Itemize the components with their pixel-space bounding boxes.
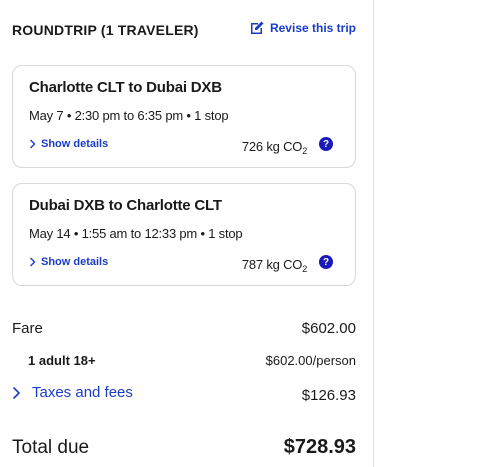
- chevron-right-icon: [30, 139, 36, 149]
- show-details-link[interactable]: Show details: [29, 256, 108, 268]
- flight-times: May 7 • 2:30 pm to 6:35 pm • 1 stop: [29, 108, 229, 123]
- adult-label: 1 adult 18+: [28, 353, 96, 368]
- co2-value: 787 kg CO: [241, 257, 303, 272]
- show-details-link[interactable]: Show details: [29, 138, 108, 150]
- edit-icon: [250, 21, 264, 34]
- chevron-right-icon: [30, 257, 36, 267]
- flight-card-return: Dubai DXB to Charlotte CLT May 14 • 1:55…: [12, 183, 356, 286]
- show-details-label: Show details: [41, 256, 109, 268]
- chevron-right-icon: [12, 386, 21, 399]
- co2-subscript: 2: [302, 146, 307, 156]
- show-details-label: Show details: [41, 138, 109, 150]
- taxes-toggle[interactable]: Taxes and fees: [12, 384, 133, 401]
- co2-help-icon[interactable]: ?: [319, 137, 333, 151]
- summary-header: ROUNDTRIP (1 TRAVELER) Revise this trip: [12, 20, 356, 42]
- total-row: Total due $728.93: [12, 436, 356, 459]
- revise-trip-link[interactable]: Revise this trip: [249, 20, 356, 36]
- taxes-row: Taxes and fees $126.93: [12, 384, 356, 404]
- fare-value: $602.00: [301, 320, 356, 337]
- adult-value: $602.00/person: [265, 353, 356, 368]
- fare-row: Fare $602.00: [12, 320, 356, 337]
- co2-subscript: 2: [302, 264, 307, 274]
- trip-type-title: ROUNDTRIP (1 TRAVELER): [12, 22, 199, 38]
- co2-value: 726 kg CO: [241, 139, 303, 154]
- flight-times: May 14 • 1:55 am to 12:33 pm • 1 stop: [29, 226, 243, 241]
- co2-emissions: 787 kg CO2: [242, 257, 307, 274]
- adult-fare-row: 1 adult 18+ $602.00/person: [12, 353, 356, 368]
- total-value: $728.93: [283, 436, 356, 458]
- taxes-value: $126.93: [301, 386, 356, 404]
- co2-emissions: 726 kg CO2: [242, 139, 307, 156]
- revise-trip-label: Revise this trip: [269, 21, 356, 35]
- flight-route: Charlotte CLT to Dubai DXB: [29, 79, 222, 96]
- taxes-label: Taxes and fees: [32, 384, 133, 401]
- flight-card-outbound: Charlotte CLT to Dubai DXB May 7 • 2:30 …: [12, 65, 356, 168]
- total-label: Total due: [12, 437, 90, 458]
- flight-route: Dubai DXB to Charlotte CLT: [29, 197, 222, 214]
- trip-summary-panel: ROUNDTRIP (1 TRAVELER) Revise this trip …: [0, 0, 374, 467]
- co2-help-icon[interactable]: ?: [319, 255, 333, 269]
- fare-label: Fare: [12, 320, 43, 337]
